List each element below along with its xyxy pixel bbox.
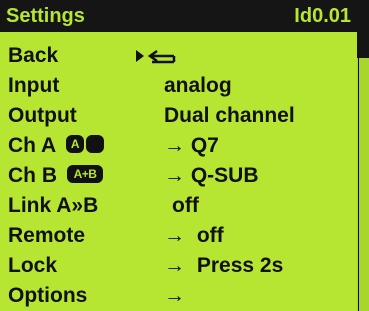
scroll-thumb[interactable] — [357, 0, 369, 58]
menu-item-ch-a[interactable]: Ch A A → Q7 — [0, 131, 356, 161]
ch-b-value: Q-SUB — [190, 164, 259, 187]
input-label: Input — [8, 74, 60, 97]
arrow-icon: → — [164, 284, 185, 307]
arrow-icon: → — [164, 134, 185, 157]
remote-value-group: → off — [164, 221, 224, 251]
lock-value: Press 2s — [196, 254, 284, 277]
lock-value-group: → Press 2s — [164, 251, 283, 281]
settings-screen: Settings Id0.01 Back Input analog Output… — [0, 0, 369, 311]
options-label: Options — [8, 284, 88, 307]
link-label: Link A»B — [8, 194, 99, 217]
options-value-group: → — [164, 281, 185, 311]
output-value: Dual channel — [164, 104, 295, 127]
menu-item-options[interactable]: Options → — [0, 281, 356, 311]
title-bar: Settings Id0.01 — [0, 0, 357, 32]
menu-item-back[interactable]: Back — [0, 41, 356, 71]
selection-cursor-return-icon — [136, 50, 176, 64]
input-value: analog — [164, 74, 232, 97]
output-label: Output — [8, 104, 77, 127]
arrow-icon: → — [164, 164, 185, 187]
arrow-icon: → — [164, 254, 185, 277]
remote-label: Remote — [8, 224, 86, 247]
menu-item-ch-b[interactable]: Ch B A+B → Q-SUB — [0, 161, 356, 191]
ch-b-label: Ch B — [8, 164, 57, 187]
divider — [358, 58, 359, 311]
channel-a-badge-icon: A — [66, 135, 85, 154]
back-icon — [136, 41, 178, 71]
menu-item-link[interactable]: Link A»B off — [0, 191, 356, 221]
lock-label: Lock — [8, 254, 58, 277]
ch-a-label: Ch A — [8, 134, 57, 157]
link-value: off — [172, 194, 199, 217]
channel-b-empty-badge-icon — [86, 135, 105, 154]
arrow-icon: → — [164, 224, 185, 247]
ch-b-label-group: Ch B A+B — [8, 161, 103, 191]
menu-item-remote[interactable]: Remote → off — [0, 221, 356, 251]
back-label: Back — [8, 44, 59, 67]
menu-item-input[interactable]: Input analog — [0, 71, 356, 101]
ch-a-value-group: → Q7 — [164, 131, 219, 161]
page-title: Settings — [6, 5, 85, 27]
ch-a-value: Q7 — [190, 134, 219, 157]
channel-ab-badge-icon: A+B — [67, 165, 103, 184]
menu-item-lock[interactable]: Lock → Press 2s — [0, 251, 356, 281]
remote-value: off — [196, 224, 224, 247]
ch-a-label-group: Ch A A — [8, 131, 105, 161]
menu-item-output[interactable]: Output Dual channel — [0, 101, 356, 131]
version-label: Id0.01 — [294, 5, 351, 27]
ch-b-value-group: → Q-SUB — [164, 161, 259, 191]
